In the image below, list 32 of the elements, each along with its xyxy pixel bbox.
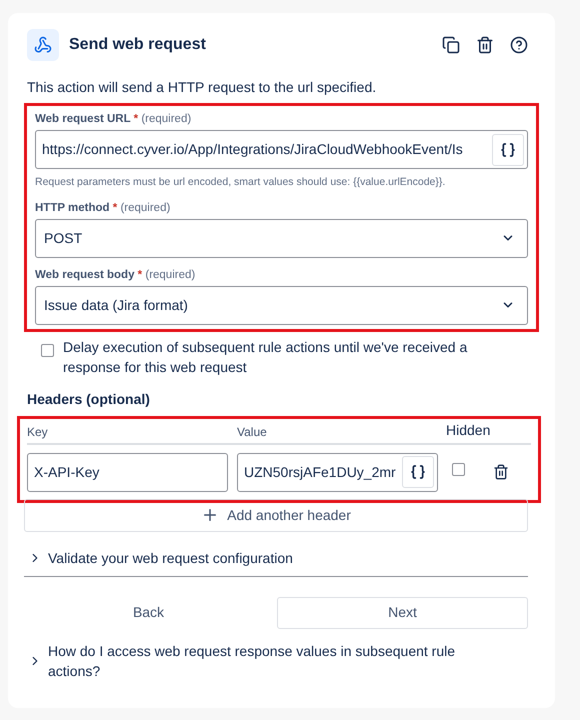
braces-icon: [410, 464, 426, 480]
copy-icon[interactable]: [442, 36, 460, 54]
dropdown-field[interactable]: POST: [35, 218, 528, 258]
key-input-field[interactable]: X-API-Key: [27, 452, 228, 492]
column-header: Value: [237, 424, 268, 441]
field-label: Web request body * (required): [35, 268, 196, 282]
webhook-icon: [27, 29, 59, 61]
hint-text: Request parameters must be url encoded, smart values should use: {{value.urlEncode}}.: [35, 175, 446, 190]
description: This action will send a HTTP request to the url specified.: [26, 78, 378, 97]
checkbox-label: Delay execution of subsequent rule actions until we've received a response for this web request: [63, 338, 468, 377]
trash-icon[interactable]: [493, 464, 509, 480]
column-header: Key: [27, 424, 49, 441]
column-header: Hidden: [446, 420, 490, 440]
braces-icon: [500, 142, 516, 158]
next-button[interactable]: Next: [277, 596, 528, 629]
trash-icon[interactable]: [476, 36, 494, 54]
help-icon[interactable]: [510, 36, 528, 54]
smart-value-button[interactable]: [402, 456, 434, 488]
checkbox[interactable]: [41, 344, 54, 357]
validate-expander[interactable]: Validate your web request configuration: [24, 548, 528, 577]
value-input-field[interactable]: UZN50rsjAFe1DUy_2mr: [237, 452, 438, 492]
checkbox[interactable]: [452, 463, 465, 476]
dropdown-field[interactable]: Issue data (Jira format): [35, 286, 528, 325]
dialog-title: Send web request: [69, 35, 207, 55]
help-expander[interactable]: How do I access web request response values in subsequent rule actions?: [24, 640, 528, 681]
smart-value-button[interactable]: [492, 134, 524, 166]
section-heading: Headers (optional): [27, 390, 151, 409]
back-button[interactable]: Back: [24, 596, 273, 629]
field-label: HTTP method * (required): [35, 200, 172, 215]
add-header-button[interactable]: Add another header: [24, 498, 528, 532]
url-input-field[interactable]: https://connect.cyver.io/App/Integrations/JiraCloudWebhookEvent/Is: [35, 130, 528, 169]
field-label: Web request URL * (required): [35, 112, 192, 126]
